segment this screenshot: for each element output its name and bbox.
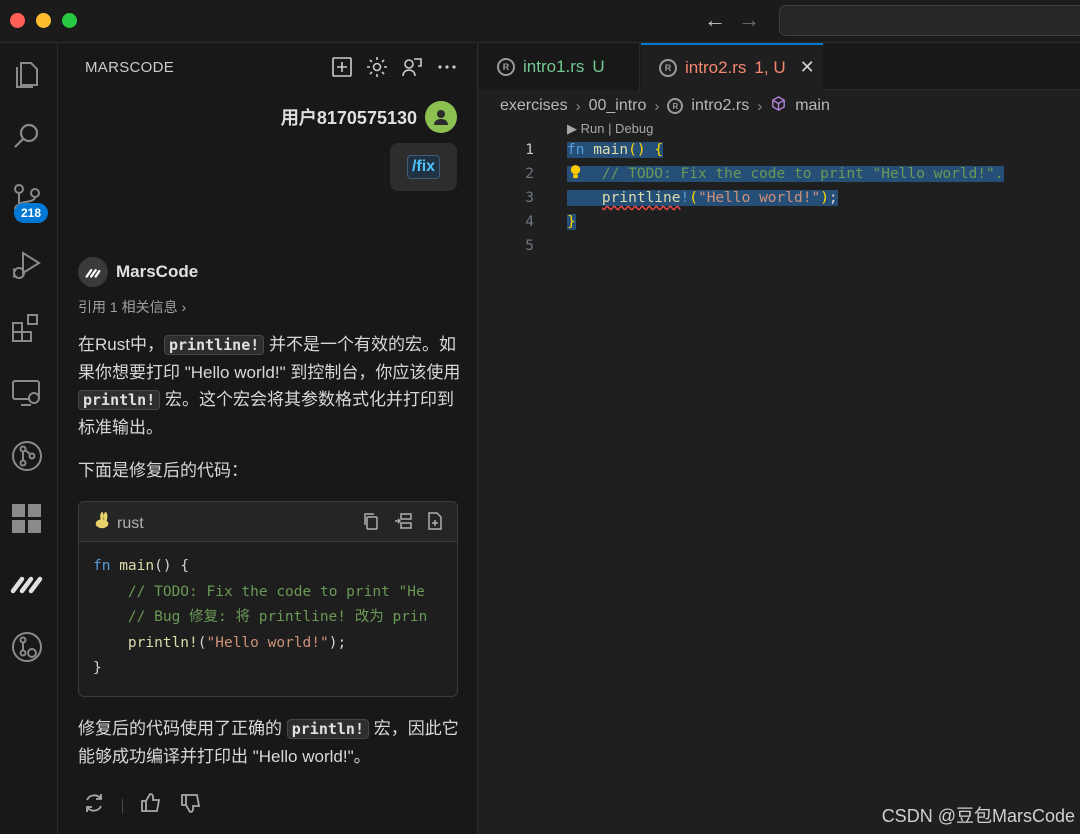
fix-command-chip: /fix — [406, 155, 441, 179]
line-number: 3 — [525, 190, 534, 206]
reference-link[interactable]: 引用 1 相关信息 › — [78, 297, 186, 317]
tab-status: 1, U — [754, 57, 786, 77]
user-message-bubble: /fix — [390, 143, 457, 191]
line-number: 1 — [525, 142, 534, 158]
line-number: 2 — [525, 166, 534, 182]
gear-icon[interactable] — [365, 55, 389, 79]
breadcrumb-item[interactable]: 00_intro — [589, 97, 647, 115]
breadcrumb-item[interactable]: intro2.rs — [691, 97, 749, 115]
code-block: rust fn main() { // TODO: Fix the code t… — [78, 501, 458, 697]
close-window-button[interactable] — [10, 13, 25, 28]
message-actions — [82, 791, 203, 820]
rust-file-icon: R — [497, 57, 515, 76]
editor-area: R intro1.rs U R intro2.rs 1, U ✕ exercis… — [479, 43, 1080, 834]
close-icon[interactable]: ✕ — [800, 57, 815, 78]
zoom-window-button[interactable] — [62, 13, 77, 28]
copy-icon[interactable] — [361, 511, 381, 536]
inline-code: printline! — [163, 335, 265, 355]
search-icon[interactable] — [9, 119, 45, 155]
line-number: 4 — [525, 214, 534, 230]
code-language-label: rust — [117, 514, 144, 532]
user-name: 用户8170575130 — [280, 108, 417, 128]
bot-name: MarsCode — [116, 262, 199, 281]
explorer-icon[interactable] — [9, 57, 45, 93]
marscode-icon[interactable] — [9, 565, 45, 601]
git-graph-icon[interactable] — [9, 438, 45, 474]
breadcrumb-item[interactable]: exercises — [500, 97, 568, 115]
lightbulb-icon[interactable] — [569, 164, 582, 184]
title-bar: ← → — [0, 0, 1080, 43]
marscode-panel: MARSCODE 用户8170575130 /fix MarsCode 引用 1… — [58, 43, 478, 834]
new-chat-icon[interactable] — [330, 55, 354, 79]
arrow-left-icon[interactable]: ← — [704, 9, 726, 31]
inline-code: println! — [286, 719, 369, 739]
user-message-header: 用户8170575130 — [281, 101, 457, 133]
answer-paragraph-2: 下面是修复后的代码： — [78, 461, 248, 480]
editor-tabs: R intro1.rs U R intro2.rs 1, U ✕ — [479, 43, 1080, 90]
feedback-icon[interactable] — [400, 55, 424, 79]
inline-code: println! — [78, 390, 161, 410]
arrow-right-icon[interactable]: → — [738, 9, 760, 31]
code-content: fn main() { // TODO: Fix the code to pri… — [93, 558, 428, 676]
insert-code-icon[interactable] — [393, 511, 413, 536]
breadcrumb: exercises › 00_intro › R intro2.rs › mai… — [500, 95, 830, 117]
tab-intro2[interactable]: R intro2.rs 1, U ✕ — [641, 43, 823, 90]
bot-message-header: MarsCode — [78, 257, 198, 287]
minimize-window-button[interactable] — [36, 13, 51, 28]
rust-rabbit-icon — [93, 512, 111, 535]
answer-paragraph-3: 修复后的代码使用了正确的 println! 宏，因此它能够成功编译并打印出 "H… — [78, 719, 459, 766]
run-debug-codelens[interactable]: ▶ Run | Debug — [567, 121, 653, 137]
tab-intro1[interactable]: R intro1.rs U — [479, 43, 640, 90]
extensions-icon[interactable] — [9, 311, 45, 347]
watermark: CSDN @豆包MarsCode — [881, 806, 1075, 826]
remote-explorer-icon[interactable] — [9, 375, 45, 411]
avatar — [425, 101, 457, 133]
regenerate-icon[interactable] — [82, 791, 106, 820]
git-history-icon[interactable] — [9, 629, 45, 665]
marscode-logo-icon — [78, 257, 108, 287]
tab-status: U — [592, 56, 605, 76]
rust-file-icon: R — [667, 98, 684, 114]
line-number-gutter: 1 2 3 4 5 — [479, 138, 559, 258]
activity-bar: 218 — [0, 43, 58, 834]
more-icon[interactable] — [435, 55, 459, 79]
editor-code[interactable]: fn main() { // TODO: Fix the code to pri… — [567, 138, 1004, 258]
apps-grid-icon[interactable] — [9, 501, 45, 537]
command-center-search[interactable] — [779, 5, 1080, 36]
thumbs-down-icon[interactable] — [179, 791, 203, 820]
run-debug-icon[interactable] — [9, 247, 45, 283]
panel-title: MARSCODE — [85, 59, 175, 76]
new-file-icon[interactable] — [425, 511, 445, 536]
breadcrumb-item[interactable]: main — [795, 97, 830, 115]
answer-paragraph-1: 在Rust中， printline! 并不是一个有效的宏。如果你想要打印 "Hel… — [78, 335, 461, 437]
thumbs-up-icon[interactable] — [139, 791, 163, 820]
line-number: 5 — [525, 238, 534, 254]
source-control-badge: 218 — [14, 203, 48, 223]
rust-file-icon: R — [659, 58, 677, 77]
symbol-cube-icon — [770, 95, 787, 117]
